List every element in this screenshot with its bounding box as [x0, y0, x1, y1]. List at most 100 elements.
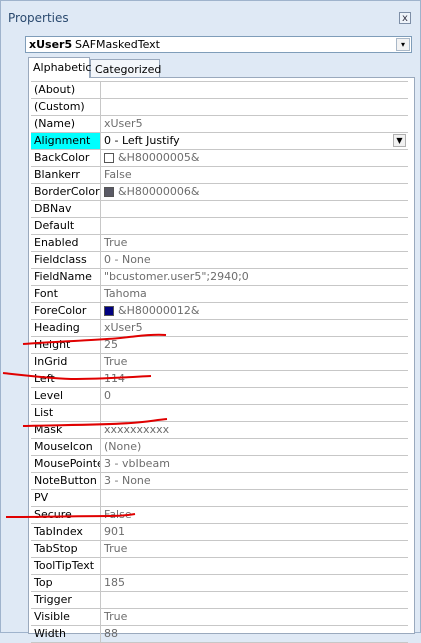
property-name[interactable]: TabStop [31, 541, 101, 557]
property-name[interactable]: Fieldclass [31, 252, 101, 268]
property-value[interactable]: (None) [101, 439, 408, 455]
property-name[interactable]: Enabled [31, 235, 101, 251]
property-value[interactable]: "bcustomer.user5";2940;0 [101, 269, 408, 285]
property-value[interactable] [101, 201, 408, 217]
property-row[interactable]: PV [31, 490, 408, 507]
property-name[interactable]: (About) [31, 82, 101, 98]
property-value[interactable]: True [101, 609, 408, 625]
property-name[interactable]: Left [31, 371, 101, 387]
property-row[interactable]: BackColor &H80000005& [31, 150, 408, 167]
property-row[interactable]: ToolTipText [31, 558, 408, 575]
property-value[interactable]: &H80000005& [101, 150, 408, 166]
property-value[interactable] [101, 218, 408, 234]
property-row[interactable]: Fieldclass 0 - None [31, 252, 408, 269]
property-value[interactable] [101, 592, 408, 608]
property-row[interactable]: TabIndex 901 [31, 524, 408, 541]
property-value[interactable]: 0 - None [101, 252, 408, 268]
property-value[interactable]: 3 - vbIbeam [101, 456, 408, 472]
property-value[interactable]: 114 [101, 371, 408, 387]
property-value[interactable]: &H80000006& [101, 184, 408, 200]
property-row[interactable]: (Name) xUser5 [31, 116, 408, 133]
property-name[interactable]: Mask [31, 422, 101, 438]
property-row[interactable]: TabStop True [31, 541, 408, 558]
property-row[interactable]: Secure False [31, 507, 408, 524]
property-name[interactable]: (Custom) [31, 99, 101, 115]
property-value[interactable]: True [101, 354, 408, 370]
property-row[interactable]: Top 185 [31, 575, 408, 592]
property-value[interactable]: 88 [101, 626, 408, 642]
chevron-down-icon[interactable]: ▾ [396, 38, 410, 51]
property-value[interactable] [101, 405, 408, 421]
object-selector-dropdown[interactable]: xUser5 SAFMaskedText ▾ [25, 36, 412, 53]
property-value[interactable]: False [101, 167, 408, 183]
property-row[interactable]: Mask xxxxxxxxxx [31, 422, 408, 439]
property-name[interactable]: Font [31, 286, 101, 302]
property-name[interactable]: List [31, 405, 101, 421]
property-name[interactable]: Blankerr [31, 167, 101, 183]
property-name[interactable]: Default [31, 218, 101, 234]
property-value[interactable]: xUser5 [101, 320, 408, 336]
property-row[interactable]: MousePointer 3 - vbIbeam [31, 456, 408, 473]
property-row[interactable]: Width 88 [31, 626, 408, 643]
property-row[interactable]: FieldName "bcustomer.user5";2940;0 [31, 269, 408, 286]
property-value[interactable] [101, 490, 408, 506]
property-row[interactable]: ForeColor &H80000012& [31, 303, 408, 320]
tab-categorized[interactable]: Categorized [90, 59, 161, 77]
property-row[interactable]: Enabled True [31, 235, 408, 252]
property-name[interactable]: MouseIcon [31, 439, 101, 455]
property-name[interactable]: Level [31, 388, 101, 404]
property-name[interactable]: ToolTipText [31, 558, 101, 574]
property-row[interactable]: NoteButton 3 - None [31, 473, 408, 490]
property-name[interactable]: FieldName [31, 269, 101, 285]
property-row[interactable]: Heading xUser5 [31, 320, 408, 337]
property-value[interactable]: Tahoma [101, 286, 408, 302]
property-value[interactable]: 0 [101, 388, 408, 404]
property-name[interactable]: Trigger [31, 592, 101, 608]
property-name[interactable]: DBNav [31, 201, 101, 217]
property-value[interactable]: xUser5 [101, 116, 408, 132]
property-value[interactable]: xxxxxxxxxx [101, 422, 408, 438]
property-name[interactable]: Secure [31, 507, 101, 523]
property-name[interactable]: MousePointer [31, 456, 101, 472]
property-name[interactable]: NoteButton [31, 473, 101, 489]
property-name[interactable]: TabIndex [31, 524, 101, 540]
property-row[interactable]: Trigger [31, 592, 408, 609]
property-row[interactable]: Level 0 [31, 388, 408, 405]
property-name[interactable]: InGrid [31, 354, 101, 370]
property-name[interactable]: Height [31, 337, 101, 353]
property-row[interactable]: Font Tahoma [31, 286, 408, 303]
property-name[interactable]: Alignment [31, 133, 101, 149]
property-row[interactable]: Default [31, 218, 408, 235]
property-value[interactable]: 901 [101, 524, 408, 540]
property-name[interactable]: BackColor [31, 150, 101, 166]
property-value[interactable]: 0 - Left Justify ▼ [101, 133, 408, 149]
property-row[interactable]: (About) [31, 82, 408, 99]
property-value[interactable] [101, 82, 408, 98]
property-name[interactable]: Heading [31, 320, 101, 336]
property-value[interactable]: 185 [101, 575, 408, 591]
property-row[interactable]: Height 25 [31, 337, 408, 354]
property-row[interactable]: (Custom) [31, 99, 408, 116]
property-name[interactable]: ForeColor [31, 303, 101, 319]
property-name[interactable]: PV [31, 490, 101, 506]
property-row[interactable]: List [31, 405, 408, 422]
property-value[interactable]: False [101, 507, 408, 523]
property-row[interactable]: InGrid True [31, 354, 408, 371]
property-row[interactable]: Alignment 0 - Left Justify ▼ [31, 133, 408, 150]
property-value[interactable]: True [101, 235, 408, 251]
close-icon[interactable]: x [399, 12, 411, 24]
property-value[interactable]: 3 - None [101, 473, 408, 489]
property-value[interactable]: 25 [101, 337, 408, 353]
property-row[interactable]: Left 114 [31, 371, 408, 388]
chevron-down-icon[interactable]: ▼ [393, 134, 406, 147]
property-name[interactable]: Visible [31, 609, 101, 625]
property-value[interactable]: True [101, 541, 408, 557]
property-name[interactable]: Width [31, 626, 101, 642]
property-value[interactable] [101, 558, 408, 574]
property-row[interactable]: Blankerr False [31, 167, 408, 184]
tab-alphabetic[interactable]: Alphabetic [28, 57, 91, 78]
property-row[interactable]: DBNav [31, 201, 408, 218]
property-value[interactable]: &H80000012& [101, 303, 408, 319]
property-name[interactable]: BorderColor [31, 184, 101, 200]
property-name[interactable]: Top [31, 575, 101, 591]
